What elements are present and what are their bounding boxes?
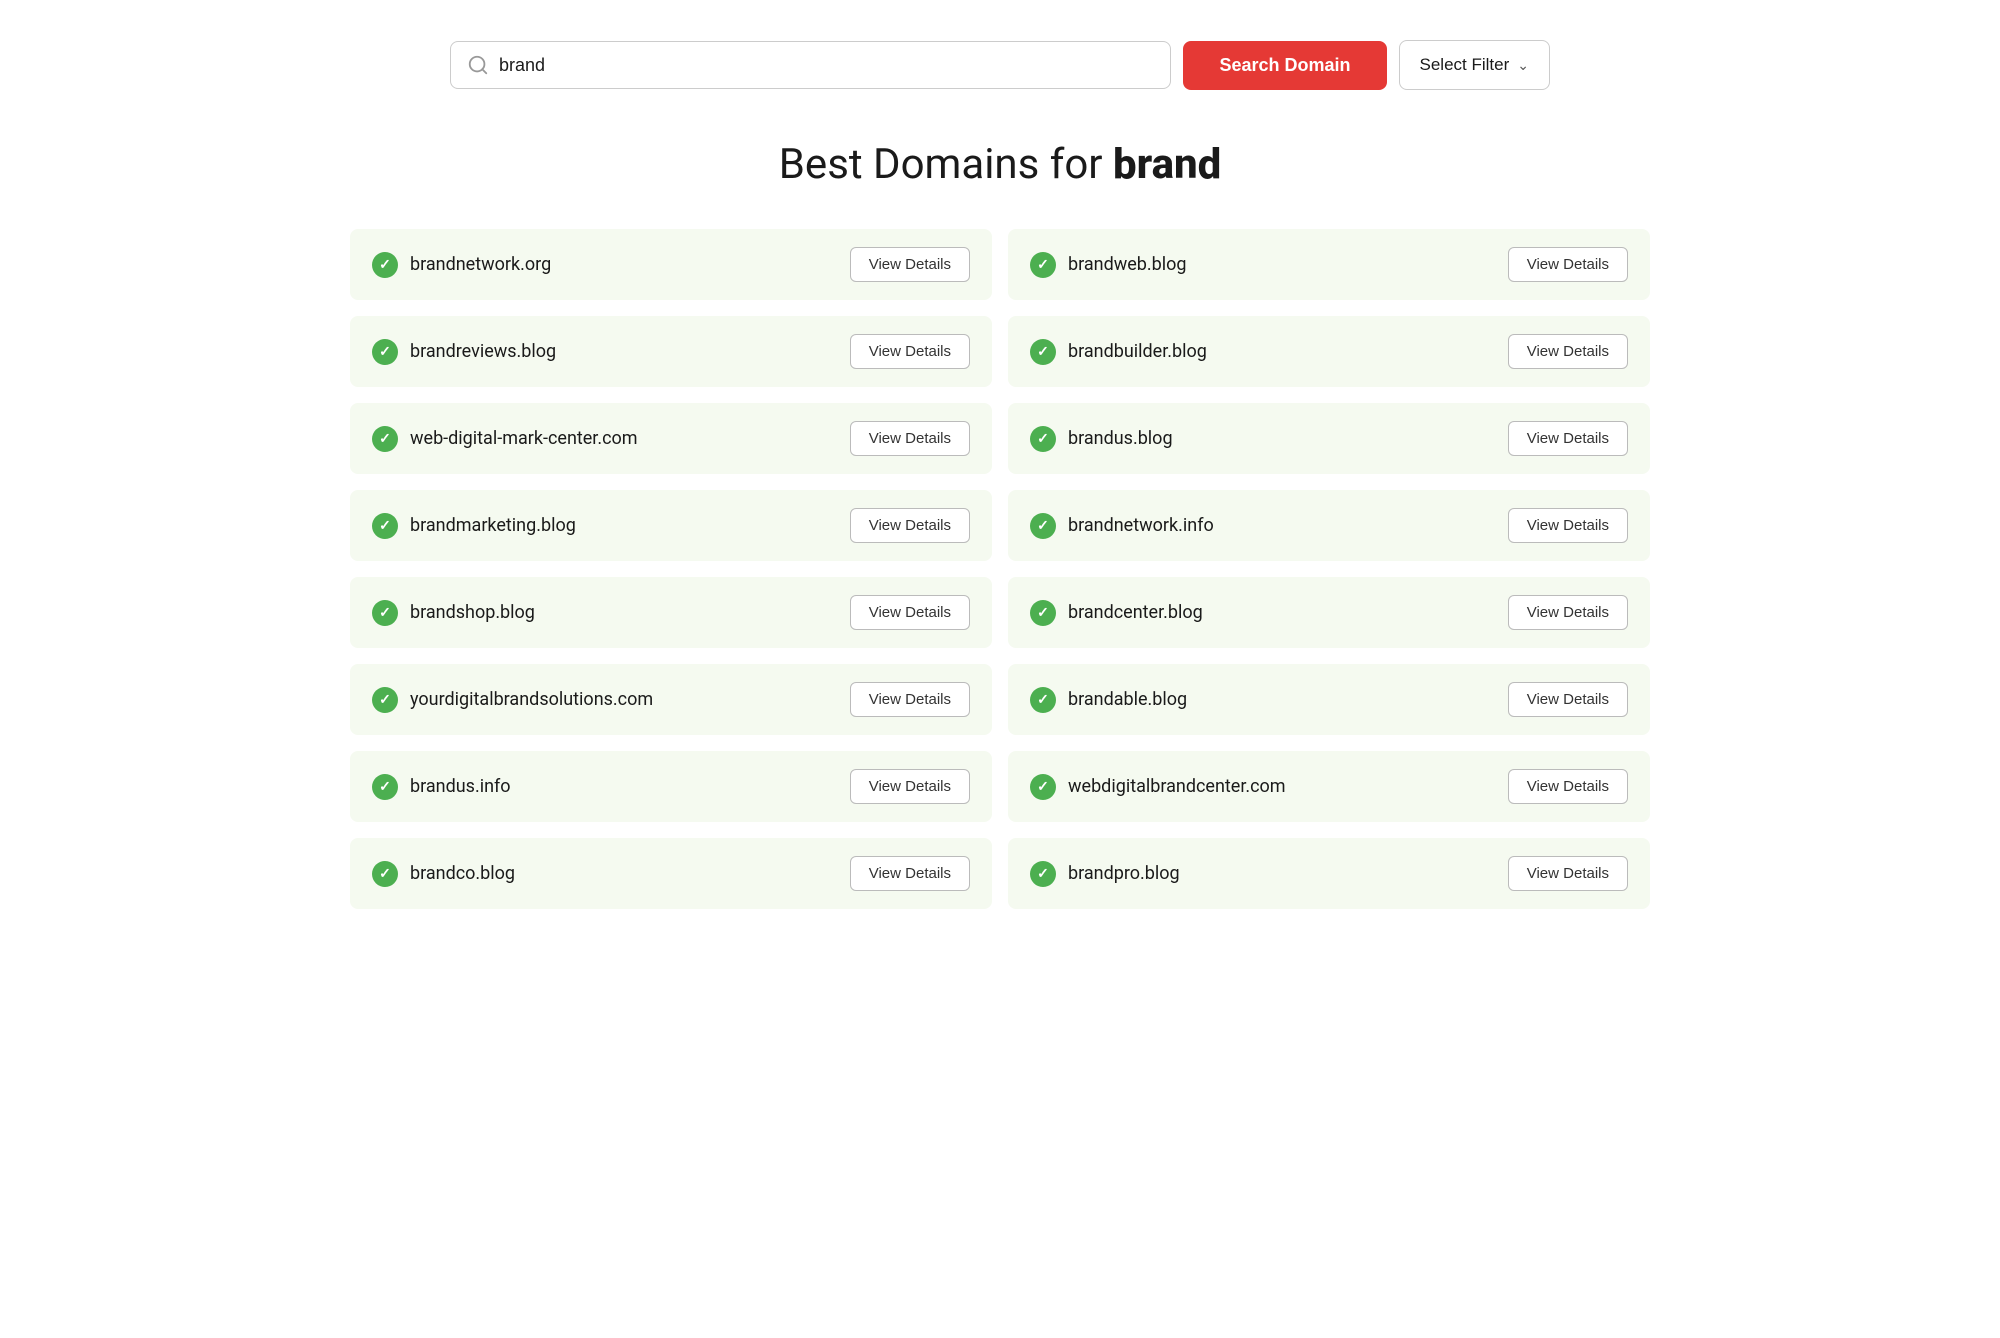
domain-row: brandus.blog View Details (1008, 403, 1650, 474)
available-icon (372, 339, 398, 365)
domain-name: brandnetwork.info (1068, 515, 1214, 536)
domain-row: brandco.blog View Details (350, 838, 992, 909)
domain-name: brandweb.blog (1068, 254, 1187, 275)
domain-row: web-digital-mark-center.com View Details (350, 403, 992, 474)
domain-row: brandmarketing.blog View Details (350, 490, 992, 561)
filter-button[interactable]: Select Filter ⌄ (1399, 40, 1550, 90)
available-icon (372, 687, 398, 713)
domain-left: brandnetwork.org (372, 252, 551, 278)
view-details-button[interactable]: View Details (850, 508, 970, 543)
view-details-button[interactable]: View Details (850, 856, 970, 891)
domain-row: yourdigitalbrandsolutions.com View Detai… (350, 664, 992, 735)
domain-left: brandshop.blog (372, 600, 535, 626)
view-details-button[interactable]: View Details (1508, 769, 1628, 804)
domain-left: yourdigitalbrandsolutions.com (372, 687, 653, 713)
available-icon (372, 774, 398, 800)
view-details-button[interactable]: View Details (1508, 508, 1628, 543)
available-icon (372, 513, 398, 539)
available-icon (1030, 687, 1056, 713)
domain-row: brandreviews.blog View Details (350, 316, 992, 387)
domain-name: brandco.blog (410, 863, 515, 884)
domain-left: brandus.blog (1030, 426, 1173, 452)
title-keyword: brand (1113, 140, 1221, 189)
domain-left: brandreviews.blog (372, 339, 556, 365)
domain-name: brandus.blog (1068, 428, 1173, 449)
search-icon (467, 54, 489, 76)
domain-left: brandco.blog (372, 861, 515, 887)
domains-grid: brandnetwork.org View Details brandweb.b… (350, 229, 1650, 909)
domain-row: brandnetwork.info View Details (1008, 490, 1650, 561)
view-details-button[interactable]: View Details (1508, 334, 1628, 369)
search-domain-button[interactable]: Search Domain (1183, 41, 1386, 90)
domain-row: brandcenter.blog View Details (1008, 577, 1650, 648)
view-details-button[interactable]: View Details (1508, 421, 1628, 456)
domain-left: brandus.info (372, 774, 511, 800)
domain-name: yourdigitalbrandsolutions.com (410, 689, 653, 710)
domain-left: brandpro.blog (1030, 861, 1180, 887)
available-icon (1030, 252, 1056, 278)
available-icon (1030, 513, 1056, 539)
available-icon (1030, 861, 1056, 887)
title-prefix: Best Domains for (779, 140, 1113, 189)
domain-row: brandweb.blog View Details (1008, 229, 1650, 300)
domain-row: brandbuilder.blog View Details (1008, 316, 1650, 387)
view-details-button[interactable]: View Details (1508, 595, 1628, 630)
domain-left: brandweb.blog (1030, 252, 1187, 278)
domain-name: brandmarketing.blog (410, 515, 576, 536)
domain-left: brandbuilder.blog (1030, 339, 1207, 365)
available-icon (372, 861, 398, 887)
domain-name: brandreviews.blog (410, 341, 556, 362)
domain-name: brandpro.blog (1068, 863, 1180, 884)
available-icon (372, 600, 398, 626)
domain-name: brandshop.blog (410, 602, 535, 623)
domain-name: web-digital-mark-center.com (410, 428, 638, 449)
domain-name: brandbuilder.blog (1068, 341, 1207, 362)
domain-left: brandable.blog (1030, 687, 1187, 713)
available-icon (372, 252, 398, 278)
available-icon (1030, 774, 1056, 800)
domain-name: webdigitalbrandcenter.com (1068, 776, 1286, 797)
domain-row: brandable.blog View Details (1008, 664, 1650, 735)
domain-left: web-digital-mark-center.com (372, 426, 638, 452)
view-details-button[interactable]: View Details (850, 595, 970, 630)
view-details-button[interactable]: View Details (1508, 247, 1628, 282)
view-details-button[interactable]: View Details (850, 769, 970, 804)
domain-row: brandshop.blog View Details (350, 577, 992, 648)
view-details-button[interactable]: View Details (850, 421, 970, 456)
domain-left: brandnetwork.info (1030, 513, 1214, 539)
chevron-down-icon: ⌄ (1517, 57, 1529, 74)
filter-label: Select Filter (1420, 55, 1510, 75)
domain-row: brandpro.blog View Details (1008, 838, 1650, 909)
available-icon (372, 426, 398, 452)
domain-row: brandus.info View Details (350, 751, 992, 822)
domain-name: brandus.info (410, 776, 511, 797)
search-bar: Search Domain Select Filter ⌄ (450, 40, 1550, 90)
domain-name: brandcenter.blog (1068, 602, 1203, 623)
domain-row: brandnetwork.org View Details (350, 229, 992, 300)
view-details-button[interactable]: View Details (1508, 682, 1628, 717)
view-details-button[interactable]: View Details (850, 682, 970, 717)
available-icon (1030, 339, 1056, 365)
domain-left: brandcenter.blog (1030, 600, 1203, 626)
domain-left: webdigitalbrandcenter.com (1030, 774, 1286, 800)
view-details-button[interactable]: View Details (850, 334, 970, 369)
available-icon (1030, 426, 1056, 452)
domain-left: brandmarketing.blog (372, 513, 576, 539)
page-title: Best Domains for brand (60, 140, 1940, 189)
domain-name: brandable.blog (1068, 689, 1187, 710)
search-input[interactable] (499, 55, 1154, 76)
available-icon (1030, 600, 1056, 626)
search-input-wrapper (450, 41, 1171, 89)
domain-row: webdigitalbrandcenter.com View Details (1008, 751, 1650, 822)
view-details-button[interactable]: View Details (1508, 856, 1628, 891)
domain-name: brandnetwork.org (410, 254, 551, 275)
view-details-button[interactable]: View Details (850, 247, 970, 282)
